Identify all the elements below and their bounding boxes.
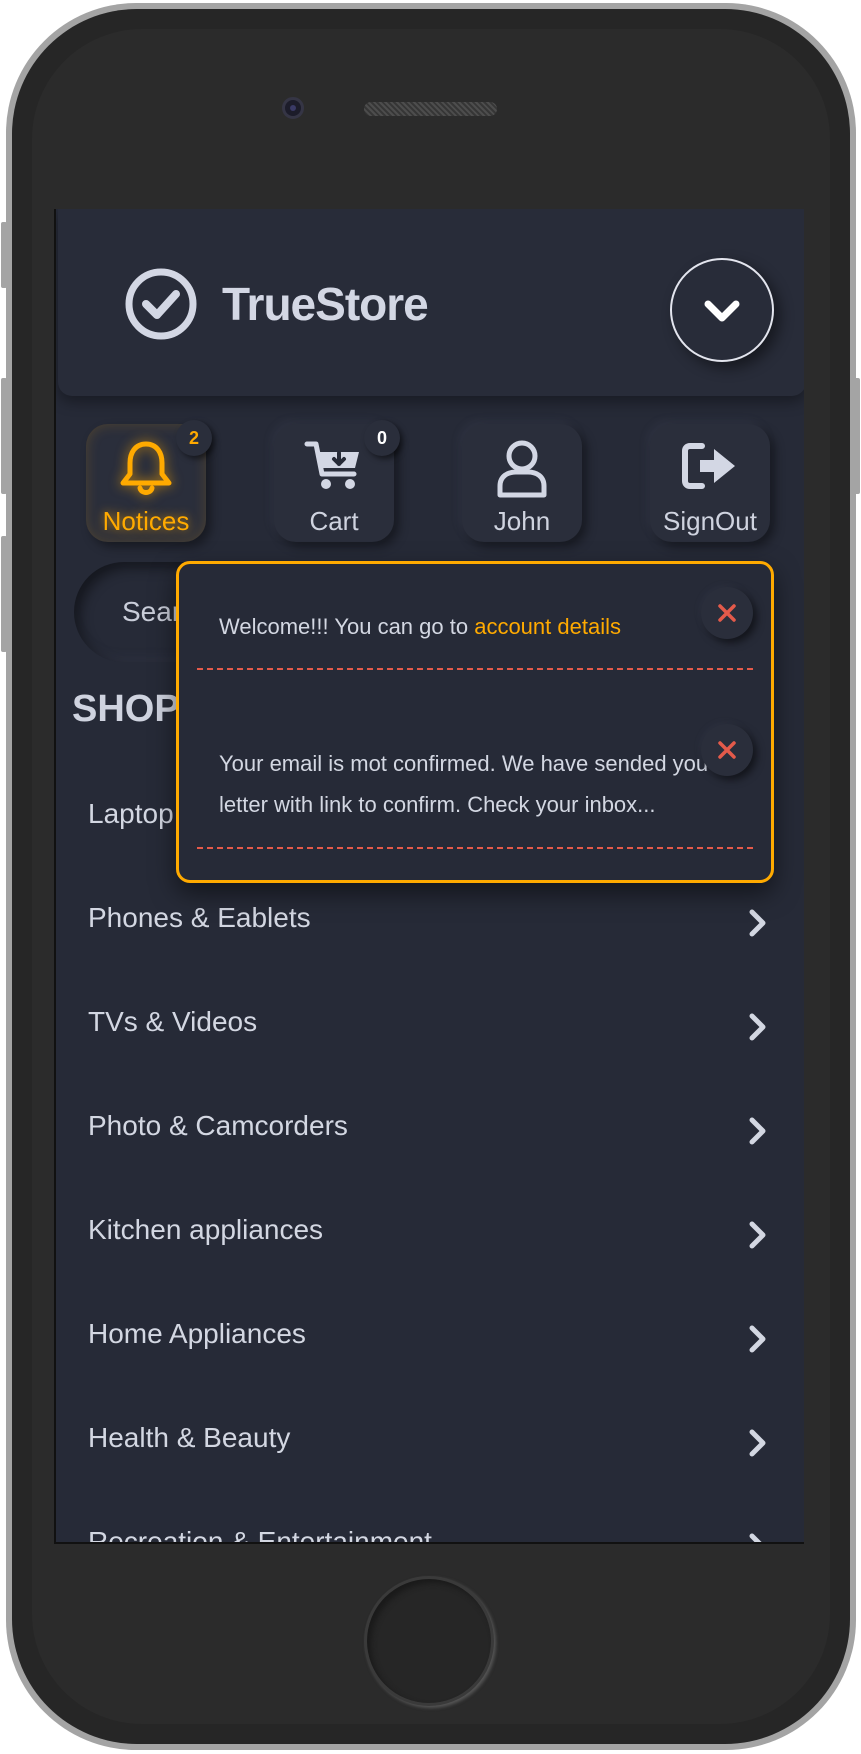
notification-email-unconfirmed: Your email is mot confirmed. We have sen… [219, 743, 711, 825]
search-placeholder: Sear [122, 596, 182, 627]
notification-divider [197, 668, 753, 670]
close-icon [718, 604, 736, 622]
category-item-photo[interactable]: Photo & Camcorders [88, 1098, 768, 1158]
nav-cart-label: Cart [309, 506, 359, 536]
chevron-right-icon [749, 1221, 766, 1249]
nav-signout-button[interactable]: SignOut [650, 424, 770, 542]
chevron-right-icon [749, 1533, 762, 1542]
chevron-right-icon [749, 1013, 766, 1041]
category-item-kitchen[interactable]: Kitchen appliances [88, 1202, 768, 1262]
chevron-down-icon [704, 300, 740, 322]
nav-signout-label: SignOut [663, 506, 757, 536]
cart-count-badge: 0 [364, 420, 400, 456]
power-button [854, 378, 860, 494]
shop-title: SHOP [72, 688, 180, 730]
category-label: Photo & Camcorders [88, 1110, 348, 1141]
home-button[interactable] [364, 1576, 494, 1706]
volume-up-button [1, 378, 7, 494]
category-label: Health & Beauty [88, 1422, 291, 1453]
chevron-right-icon [749, 909, 766, 937]
chevron-right-icon [749, 1429, 766, 1457]
category-label: Recreation & Entertainment [88, 1526, 432, 1544]
volume-down-button [1, 536, 7, 652]
category-label: TVs & Videos [88, 1006, 258, 1037]
front-camera [282, 97, 304, 119]
silent-switch [1, 222, 7, 288]
chevron-right-icon [749, 1325, 766, 1353]
notifications-popup: Welcome!!! You can go to account details… [176, 561, 774, 883]
brand-name[interactable]: TrueStore [222, 277, 429, 331]
dismiss-notification-button[interactable] [701, 587, 753, 639]
nav-user-label: John [493, 506, 551, 536]
nav-user-button[interactable]: John [462, 424, 582, 542]
category-label: Laptop [88, 798, 174, 829]
user-icon [497, 440, 547, 498]
bell-icon [120, 441, 172, 495]
category-item-recreation[interactable]: Recreation & Entertainment [88, 1514, 768, 1544]
category-item-tvs[interactable]: TVs & Videos [88, 994, 768, 1054]
nav-cart-button[interactable]: Cart 0 [274, 420, 400, 542]
dismiss-notification-button[interactable] [701, 724, 753, 776]
notices-count-badge: 2 [176, 420, 212, 456]
account-details-link[interactable]: account details [474, 614, 621, 639]
category-label: Home Appliances [88, 1318, 306, 1349]
category-item-phones[interactable]: Phones & Eablets [88, 890, 768, 950]
notification-text: Welcome!!! You can go to [219, 614, 475, 639]
sign-out-icon [682, 443, 735, 489]
app-header: TrueStore [58, 209, 804, 396]
category-item-health[interactable]: Health & Beauty [88, 1410, 768, 1470]
cart-icon [304, 441, 359, 489]
category-label: Kitchen appliances [88, 1214, 324, 1245]
chevron-right-icon [749, 1117, 766, 1145]
earpiece-speaker [364, 102, 497, 116]
check-circle-icon [125, 268, 197, 340]
nav-notices-button[interactable]: Notices 2 [86, 420, 212, 542]
category-item-home[interactable]: Home Appliances [88, 1306, 768, 1366]
notification-welcome: Welcome!!! You can go to account details [219, 606, 711, 647]
notification-divider [197, 847, 753, 849]
nav-notices-label: Notices [102, 506, 190, 536]
header-menu-toggle[interactable] [670, 258, 774, 362]
close-icon [718, 741, 736, 759]
category-label: Phones & Eablets [88, 902, 311, 933]
notification-text: Your email is mot confirmed. We have sen… [219, 751, 709, 817]
